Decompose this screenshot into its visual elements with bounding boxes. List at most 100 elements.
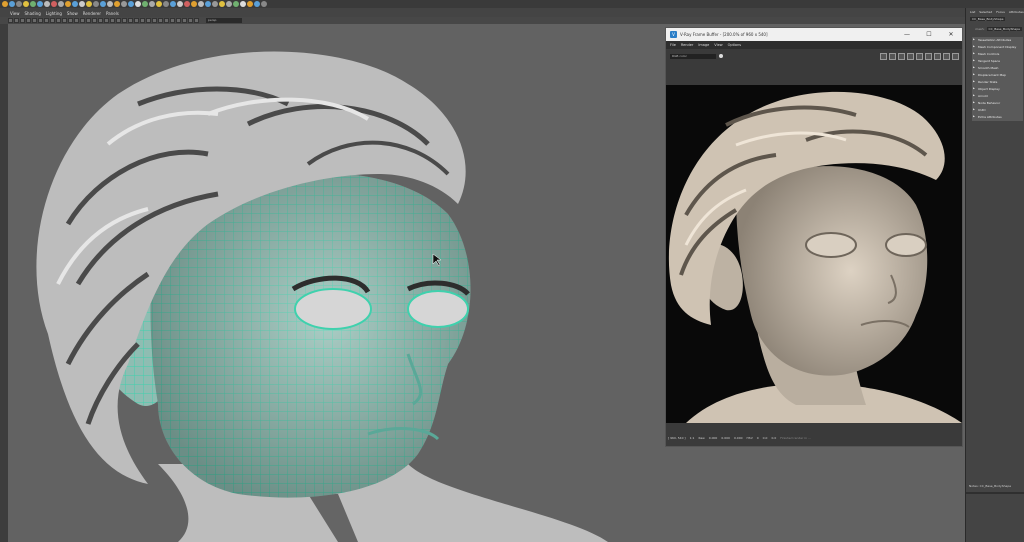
menu-view[interactable]: View [10, 11, 20, 16]
viewport-tool-icon[interactable] [98, 18, 103, 23]
shelf-tool-icon[interactable] [2, 1, 8, 7]
load-image-icon[interactable] [898, 52, 905, 60]
viewport-tool-icon[interactable] [170, 18, 175, 23]
viewport-tool-icon[interactable] [44, 18, 49, 23]
viewport-tool-icon[interactable] [140, 18, 145, 23]
section-smooth-mesh[interactable]: Smooth Mesh [972, 65, 1023, 72]
vfb-menu-file[interactable]: File [670, 43, 676, 47]
shelf-tool-icon[interactable] [44, 1, 50, 7]
viewport-tool-icon[interactable] [122, 18, 127, 23]
viewport-tool-icon[interactable] [152, 18, 157, 23]
render-image[interactable] [666, 85, 962, 423]
shelf-tool-icon[interactable] [121, 1, 127, 7]
viewport-tool-icon[interactable] [68, 18, 73, 23]
shelf-tool-icon[interactable] [254, 1, 260, 7]
close-button[interactable]: ✕ [940, 31, 962, 38]
shelf-tool-icon[interactable] [170, 1, 176, 7]
shelf-tool-icon[interactable] [212, 1, 218, 7]
shelf-tool-icon[interactable] [135, 1, 141, 7]
viewport-tool-icon[interactable] [32, 18, 37, 23]
shelf-tool-icon[interactable] [72, 1, 78, 7]
menu-panels[interactable]: Panels [106, 11, 119, 16]
shelf-tool-icon[interactable] [233, 1, 239, 7]
mesh-field[interactable]: CC_Base_BodyShape [986, 27, 1022, 31]
camera-field[interactable]: persp [206, 18, 242, 23]
region-render-icon[interactable] [934, 52, 941, 60]
vfb-menu-view[interactable]: View [714, 43, 722, 47]
section-object-display[interactable]: Object Display [972, 86, 1023, 93]
viewport-tool-icon[interactable] [14, 18, 19, 23]
viewport-tool-icon[interactable] [134, 18, 139, 23]
shelf-tool-icon[interactable] [51, 1, 57, 7]
shelf-tool-icon[interactable] [86, 1, 92, 7]
shelf-tool-icon[interactable] [23, 1, 29, 7]
node-tab-name[interactable]: CC_Base_BodyShape [970, 17, 1006, 21]
shelf-tool-icon[interactable] [149, 1, 155, 7]
viewport-tool-icon[interactable] [188, 18, 193, 23]
viewport-tool-icon[interactable] [8, 18, 13, 23]
viewport-tool-icon[interactable] [182, 18, 187, 23]
history-icon[interactable] [925, 52, 932, 60]
vfb-menu-options[interactable]: Options [728, 43, 742, 47]
viewport-tool-icon[interactable] [110, 18, 115, 23]
shelf-tool-icon[interactable] [79, 1, 85, 7]
shelf-tool-icon[interactable] [247, 1, 253, 7]
clear-icon[interactable] [916, 52, 923, 60]
shelf-tool-icon[interactable] [58, 1, 64, 7]
maximize-button[interactable]: ☐ [918, 31, 940, 38]
vfb-title-bar[interactable]: V V-Ray Frame Buffer - [200.0% of 960 x … [666, 28, 962, 41]
minimize-button[interactable]: — [896, 31, 918, 38]
section-displacement-map[interactable]: Displacement Map [972, 72, 1023, 79]
shelf-tool-icon[interactable] [142, 1, 148, 7]
vfb-menu-render[interactable]: Render [681, 43, 693, 47]
section-arnold[interactable]: Arnold [972, 93, 1023, 100]
shelf-tool-icon[interactable] [114, 1, 120, 7]
menu-lighting[interactable]: Lighting [46, 11, 62, 16]
shelf-tool-icon[interactable] [93, 1, 99, 7]
viewport-tool-icon[interactable] [20, 18, 25, 23]
menu-shading[interactable]: Shading [25, 11, 41, 16]
color-dot-icon[interactable] [719, 54, 723, 58]
viewport-tool-icon[interactable] [158, 18, 163, 23]
shelf-tool-icon[interactable] [163, 1, 169, 7]
viewport-tool-icon[interactable] [146, 18, 151, 23]
menu-renderer[interactable]: Renderer [83, 11, 101, 16]
viewport-tool-icon[interactable] [26, 18, 31, 23]
stop-render-icon[interactable] [952, 52, 959, 60]
shelf-tool-icon[interactable] [240, 1, 246, 7]
viewport-tool-icon[interactable] [50, 18, 55, 23]
shelf-tool-icon[interactable] [205, 1, 211, 7]
viewport-tool-icon[interactable] [128, 18, 133, 23]
viewport-tool-icon[interactable] [116, 18, 121, 23]
shelf-tool-icon[interactable] [184, 1, 190, 7]
teapot-render-icon[interactable] [943, 52, 950, 60]
shelf-tool-icon[interactable] [30, 1, 36, 7]
viewport-tool-icon[interactable] [38, 18, 43, 23]
shelf-tool-icon[interactable] [261, 1, 267, 7]
viewport-tool-icon[interactable] [194, 18, 199, 23]
attr-tab-list[interactable]: List [970, 10, 975, 14]
shelf-tool-icon[interactable] [37, 1, 43, 7]
shelf-tool-icon[interactable] [198, 1, 204, 7]
channel-select[interactable]: RGB color [670, 53, 716, 59]
section-mesh-component-display[interactable]: Mesh Component Display [972, 44, 1023, 51]
color-mode[interactable]: Raw [698, 436, 704, 440]
viewport-tool-icon[interactable] [92, 18, 97, 23]
section-mesh-controls[interactable]: Mesh Controls [972, 51, 1023, 58]
section-uuid[interactable]: UUID [972, 107, 1023, 114]
section-tangent-space[interactable]: Tangent Space [972, 58, 1023, 65]
viewport-tool-icon[interactable] [104, 18, 109, 23]
shelf-tool-icon[interactable] [128, 1, 134, 7]
copy-icon[interactable] [907, 52, 914, 60]
viewport-tool-icon[interactable] [176, 18, 181, 23]
section-extra-attributes[interactable]: Extra Attributes [972, 114, 1023, 121]
shelf-tool-icon[interactable] [191, 1, 197, 7]
viewport-tool-icon[interactable] [74, 18, 79, 23]
shelf-tool-icon[interactable] [226, 1, 232, 7]
section-render-stats[interactable]: Render Stats [972, 79, 1023, 86]
attr-tab-focus[interactable]: Focus [996, 10, 1005, 14]
shelf-tool-icon[interactable] [156, 1, 162, 7]
shelf-tool-icon[interactable] [16, 1, 22, 7]
save-all-icon[interactable] [889, 52, 896, 60]
viewport-tool-icon[interactable] [62, 18, 67, 23]
